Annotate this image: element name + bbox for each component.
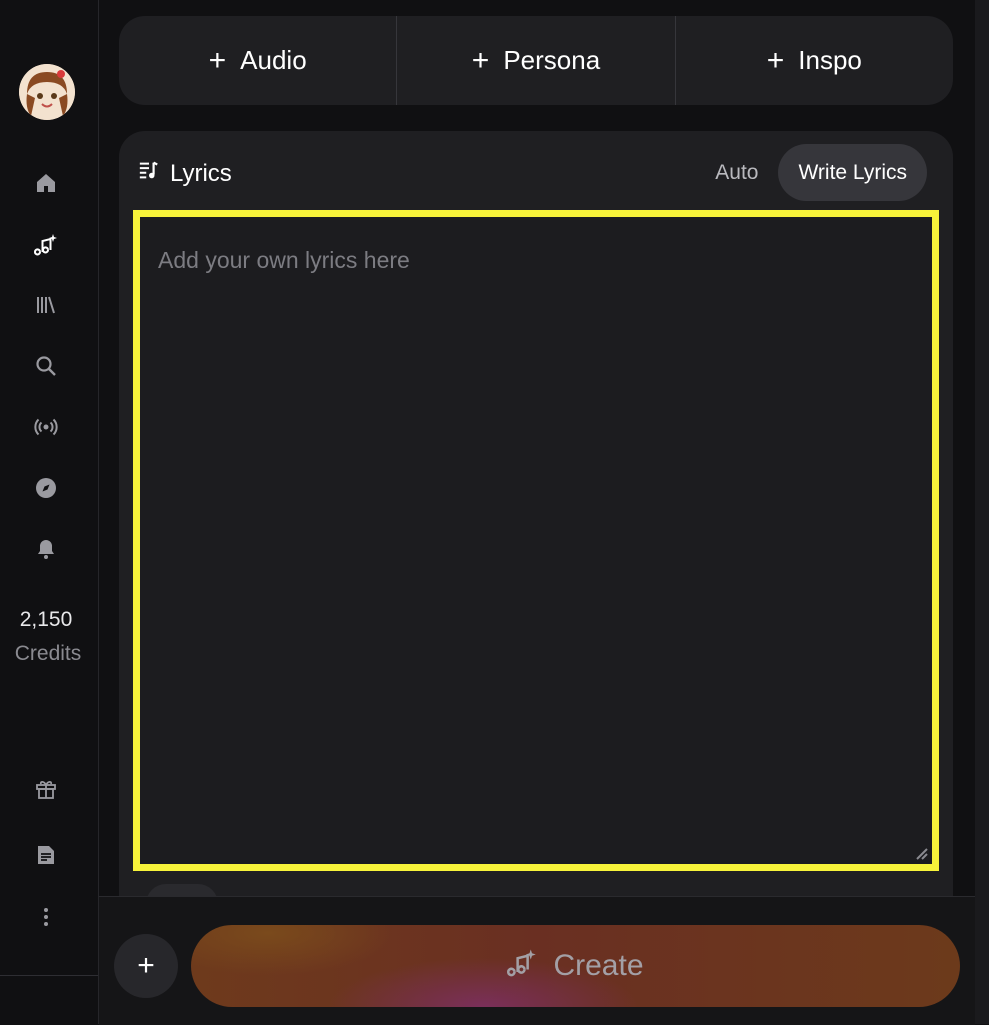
- sidebar: 2,150 Credits: [0, 0, 99, 1024]
- gift-icon[interactable]: [33, 776, 59, 802]
- more-icon[interactable]: [33, 904, 59, 930]
- notifications-icon[interactable]: [33, 536, 59, 562]
- plus-icon: +: [471, 43, 490, 77]
- tab-auto[interactable]: Auto: [695, 144, 778, 201]
- lyrics-mode-tabs: Auto Write Lyrics: [695, 144, 927, 201]
- create-label: Create: [553, 949, 644, 982]
- home-icon[interactable]: [33, 170, 59, 196]
- plus-icon: +: [137, 949, 155, 982]
- lyrics-input[interactable]: [140, 217, 932, 864]
- add-audio-label: Audio: [240, 45, 307, 75]
- credits-value: 2,150: [19, 608, 73, 631]
- add-persona-label: Persona: [503, 45, 601, 75]
- add-persona-button[interactable]: + Persona: [397, 16, 676, 105]
- add-inspo-button[interactable]: + Inspo: [676, 16, 953, 105]
- explore-icon[interactable]: [33, 475, 59, 501]
- lyrics-input-container: [133, 210, 939, 871]
- resize-grip-icon[interactable]: [914, 846, 928, 860]
- credits-label: Credits: [14, 642, 82, 665]
- add-audio-button[interactable]: + Audio: [119, 16, 398, 105]
- plus-icon: +: [766, 43, 785, 77]
- library-icon[interactable]: [33, 292, 59, 318]
- create-icon[interactable]: [33, 231, 59, 257]
- scrollbar-track[interactable]: [975, 0, 989, 1024]
- lyrics-header: Lyrics: [138, 159, 232, 188]
- create-button[interactable]: Create: [191, 925, 960, 1007]
- tab-write-lyrics[interactable]: Write Lyrics: [778, 144, 927, 201]
- search-icon[interactable]: [33, 353, 59, 379]
- avatar[interactable]: [19, 64, 75, 120]
- add-inspo-label: Inspo: [798, 45, 862, 75]
- create-icon: [507, 947, 537, 985]
- lyrics-title: Lyrics: [170, 159, 232, 187]
- radio-icon[interactable]: [33, 414, 59, 440]
- plus-icon: +: [208, 43, 227, 77]
- lyrics-icon: [138, 159, 160, 188]
- document-icon[interactable]: [33, 842, 59, 868]
- sidebar-divider: [0, 975, 98, 976]
- footer-bar: + Create: [99, 896, 975, 1025]
- add-options-bar: + Audio + Persona + Inspo: [119, 16, 953, 105]
- main-panel: + Audio + Persona + Inspo Lyrics Auto Wr…: [99, 0, 975, 1025]
- add-button[interactable]: +: [114, 934, 178, 998]
